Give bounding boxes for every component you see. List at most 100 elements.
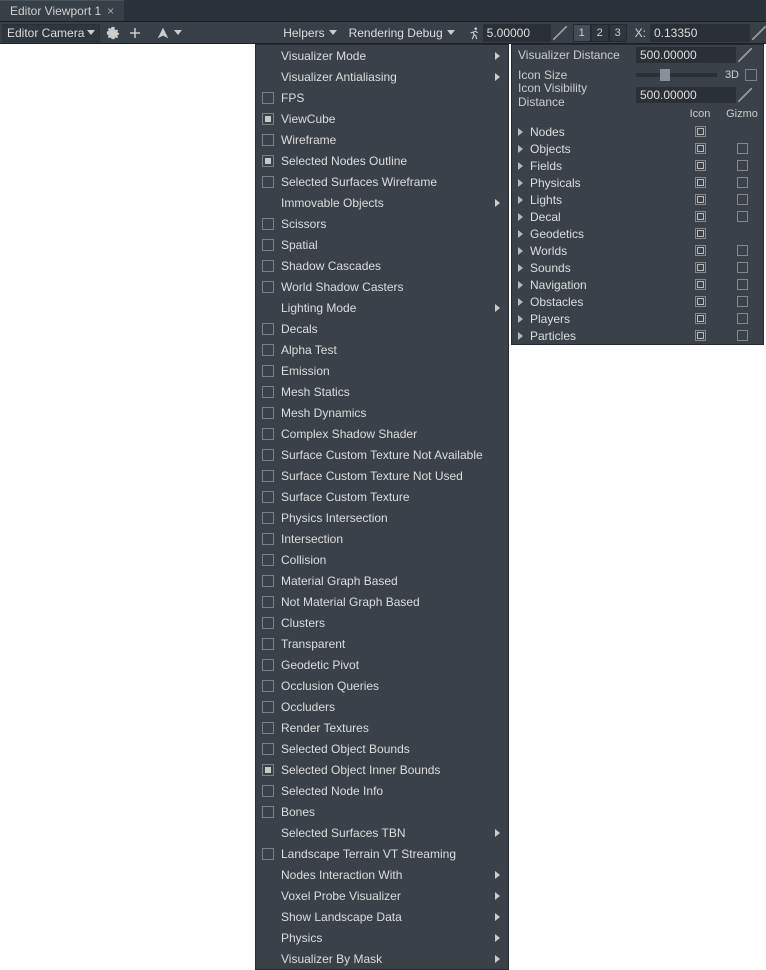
tree-row[interactable]: Sounds [512,259,763,276]
tree-row[interactable]: Players [512,310,763,327]
menu-item[interactable]: Immovable Objects [256,192,508,213]
menu-item[interactable]: World Shadow Casters [256,276,508,297]
icon-toggle[interactable] [695,330,706,341]
expand-icon[interactable] [518,162,523,170]
checkbox[interactable] [262,113,274,125]
checkbox[interactable] [262,701,274,713]
menu-item[interactable]: Complex Shadow Shader [256,423,508,444]
expand-icon[interactable] [518,196,523,204]
gizmo-toggle[interactable] [737,194,748,205]
icon-toggle[interactable] [695,160,706,171]
gizmo-toggle[interactable] [737,211,748,222]
checkbox[interactable] [262,323,274,335]
menu-item[interactable]: Landscape Terrain VT Streaming [256,843,508,864]
tree-row[interactable]: Obstacles [512,293,763,310]
checkbox[interactable] [262,617,274,629]
checkbox[interactable] [262,680,274,692]
checkbox[interactable] [262,848,274,860]
menu-item[interactable]: Alpha Test [256,339,508,360]
gizmo-toggle[interactable] [737,245,748,256]
menu-item[interactable]: Selected Node Info [256,780,508,801]
menu-item[interactable]: Occlusion Queries [256,675,508,696]
person-run-icon[interactable] [465,24,483,42]
menu-item[interactable]: Render Textures [256,717,508,738]
tree-row[interactable]: Worlds [512,242,763,259]
checkbox[interactable] [262,512,274,524]
checkbox[interactable] [262,155,274,167]
camera-select[interactable]: Editor Camera [2,24,100,42]
navigation-icon[interactable] [154,24,172,42]
menu-item[interactable]: Selected Surfaces Wireframe [256,171,508,192]
plus-icon[interactable] [126,24,144,42]
gizmo-toggle[interactable] [737,313,748,324]
icon-toggle[interactable] [695,211,706,222]
checkbox[interactable] [262,239,274,251]
menu-item[interactable]: Wireframe [256,129,508,150]
checkbox[interactable] [262,365,274,377]
close-icon[interactable]: × [107,4,114,18]
checkbox[interactable] [262,785,274,797]
icon-toggle[interactable] [695,245,706,256]
expand-icon[interactable] [518,264,523,272]
checkbox[interactable] [262,470,274,482]
icon-size-slider[interactable] [636,73,717,77]
viewport-tab[interactable]: Editor Viewport 1 × [0,0,124,21]
checkbox[interactable] [262,743,274,755]
view-button-3[interactable]: 3 [609,24,627,42]
menu-item[interactable]: Selected Object Inner Bounds [256,759,508,780]
menu-item[interactable]: Visualizer By Mask [256,948,508,969]
expand-icon[interactable] [518,230,523,238]
icon-toggle[interactable] [695,262,706,273]
checkbox[interactable] [262,260,274,272]
gizmo-toggle[interactable] [737,143,748,154]
checkbox[interactable] [262,533,274,545]
expand-icon[interactable] [518,281,523,289]
expand-icon[interactable] [518,298,523,306]
checkbox[interactable] [262,386,274,398]
slider-thumb[interactable] [660,69,670,81]
checkbox[interactable] [262,134,274,146]
resize-icon[interactable] [738,88,752,102]
gizmo-toggle[interactable] [737,160,748,171]
tree-row[interactable]: Particles [512,327,763,344]
helpers-dropdown[interactable]: Helpers [277,22,342,44]
menu-item[interactable]: Emission [256,360,508,381]
menu-item[interactable]: Selected Surfaces TBN [256,822,508,843]
menu-item[interactable]: Not Material Graph Based [256,591,508,612]
icon-toggle[interactable] [695,228,706,239]
icon-toggle[interactable] [695,296,706,307]
x-input[interactable] [650,24,750,42]
tree-row[interactable]: Lights [512,191,763,208]
icon-toggle[interactable] [695,177,706,188]
resize-icon[interactable] [738,48,752,62]
icon-toggle[interactable] [695,313,706,324]
checkbox[interactable] [262,281,274,293]
rendering-debug-dropdown[interactable]: Rendering Debug [343,22,461,44]
resize-icon[interactable] [752,26,766,40]
speed-input[interactable] [483,24,551,42]
gear-icon[interactable] [104,24,122,42]
menu-item[interactable]: Visualizer Antialiasing [256,66,508,87]
menu-item[interactable]: ViewCube [256,108,508,129]
tree-row[interactable]: Decal [512,208,763,225]
vis-distance-input[interactable] [636,47,736,63]
menu-item[interactable]: Bones [256,801,508,822]
menu-item[interactable]: Intersection [256,528,508,549]
checkbox[interactable] [262,722,274,734]
menu-item[interactable]: Geodetic Pivot [256,654,508,675]
expand-icon[interactable] [518,128,523,136]
gizmo-toggle[interactable] [737,177,748,188]
checkbox[interactable] [262,344,274,356]
menu-item[interactable]: Mesh Statics [256,381,508,402]
icon-vis-input[interactable] [636,87,736,103]
icon-toggle[interactable] [695,194,706,205]
checkbox[interactable] [262,176,274,188]
view-button-1[interactable]: 1 [573,24,591,42]
checkbox[interactable] [262,806,274,818]
menu-item[interactable]: Lighting Mode [256,297,508,318]
tree-row[interactable]: Navigation [512,276,763,293]
checkbox[interactable] [262,575,274,587]
menu-item[interactable]: Surface Custom Texture Not Used [256,465,508,486]
menu-item[interactable]: Decals [256,318,508,339]
tree-row[interactable]: Physicals [512,174,763,191]
